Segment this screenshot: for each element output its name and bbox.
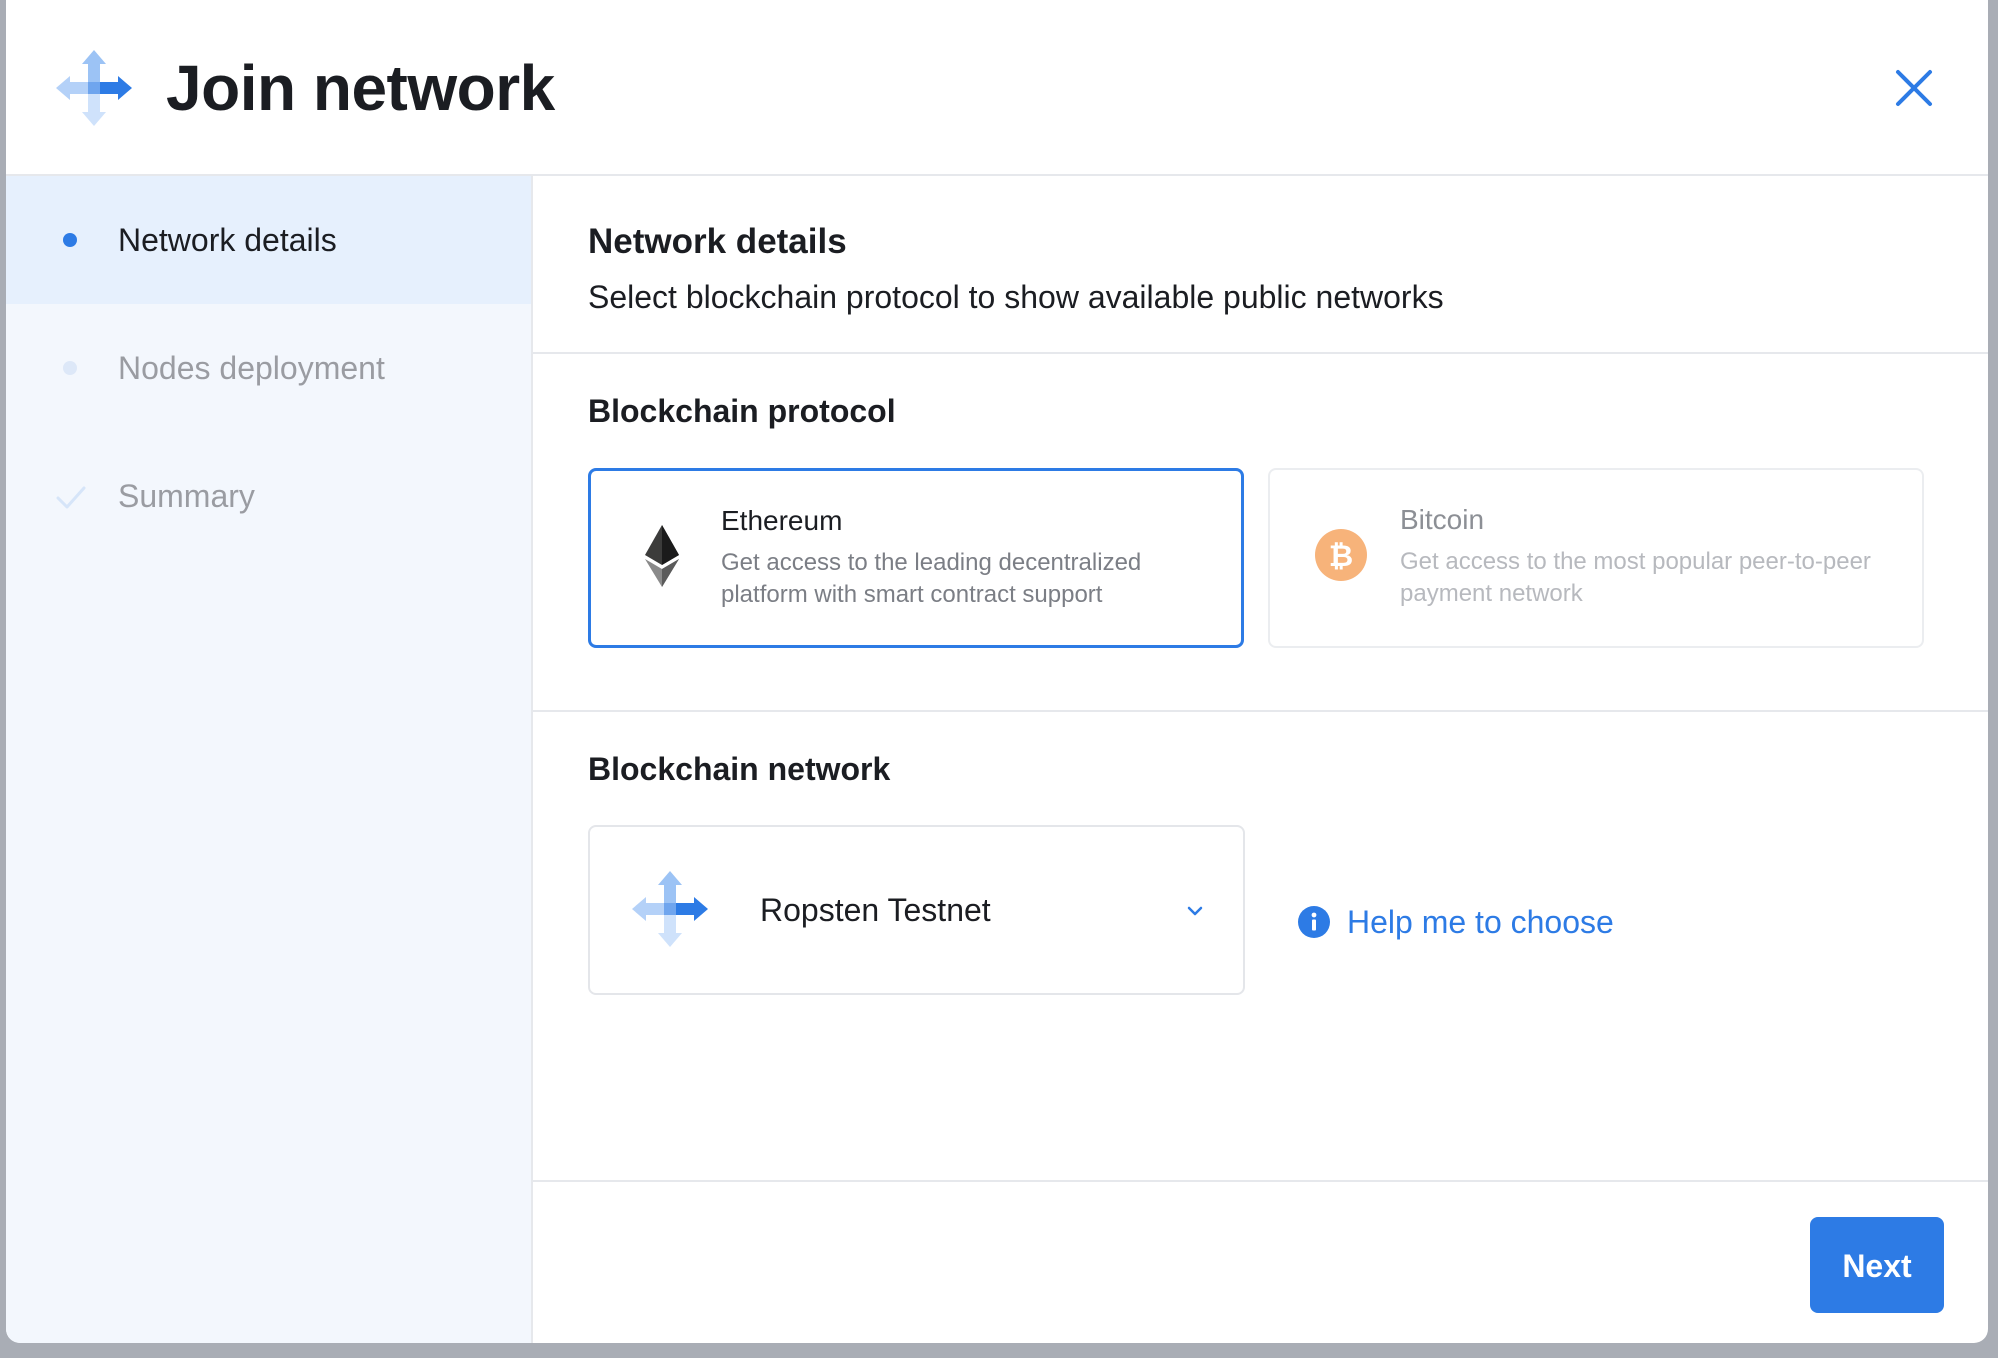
protocol-card-bitcoin[interactable]: ₿ Bitcoin Get access to the most popular… (1268, 468, 1924, 648)
wizard-steps-sidebar: Network details Nodes deployment Summary (6, 176, 533, 1343)
ethereum-icon (645, 525, 679, 587)
protocol-card-ethereum[interactable]: Ethereum Get access to the leading decen… (588, 468, 1244, 648)
info-icon (1298, 906, 1330, 938)
network-select[interactable]: Ropsten Testnet (588, 825, 1245, 995)
step-label: Summary (118, 478, 255, 514)
section-title: Network details (588, 222, 847, 261)
modal-header: Join network (6, 0, 1988, 176)
check-icon (56, 486, 86, 509)
next-button[interactable]: Next (1810, 1217, 1944, 1313)
section-network-details: Network details Select blockchain protoc… (533, 176, 1988, 354)
modal-title: Join network (166, 52, 555, 124)
active-step-dot-icon (63, 233, 77, 247)
bitcoin-icon: ₿ (1315, 529, 1367, 581)
network-heading: Blockchain network (588, 751, 891, 787)
svg-text:₿: ₿ (1329, 540, 1353, 573)
protocol-description: Get access to the most popular peer-to-p… (1400, 548, 1871, 607)
chevron-down-icon (1187, 906, 1203, 916)
join-network-modal: Join network Network details Nodes deplo… (6, 0, 1988, 1343)
section-blockchain-protocol: Blockchain protocol Ethereum Get access … (533, 354, 1988, 712)
network-arrows-icon (632, 871, 708, 947)
step-network-details[interactable]: Network details (6, 176, 531, 304)
close-icon[interactable] (1890, 64, 1938, 112)
help-link-label: Help me to choose (1347, 904, 1614, 940)
section-blockchain-network: Blockchain network Ropsten Testnet Help … (533, 712, 1988, 1182)
pending-step-dot-icon (63, 361, 77, 375)
protocol-description: Get access to the leading decentralized … (721, 549, 1142, 608)
step-summary[interactable]: Summary (6, 432, 531, 560)
help-me-choose-link[interactable]: Help me to choose (1297, 898, 1614, 946)
step-nodes-deployment[interactable]: Nodes deployment (6, 304, 531, 432)
network-arrows-icon (56, 50, 132, 126)
step-label: Nodes deployment (118, 350, 385, 386)
protocol-name: Bitcoin (1400, 504, 1485, 535)
section-subtitle: Select blockchain protocol to show avail… (588, 279, 1444, 315)
protocol-name: Ethereum (721, 505, 843, 536)
main-panel: Network details Select blockchain protoc… (533, 176, 1988, 1343)
step-label: Network details (118, 222, 337, 258)
network-select-value: Ropsten Testnet (760, 892, 991, 928)
protocol-heading: Blockchain protocol (588, 393, 896, 429)
